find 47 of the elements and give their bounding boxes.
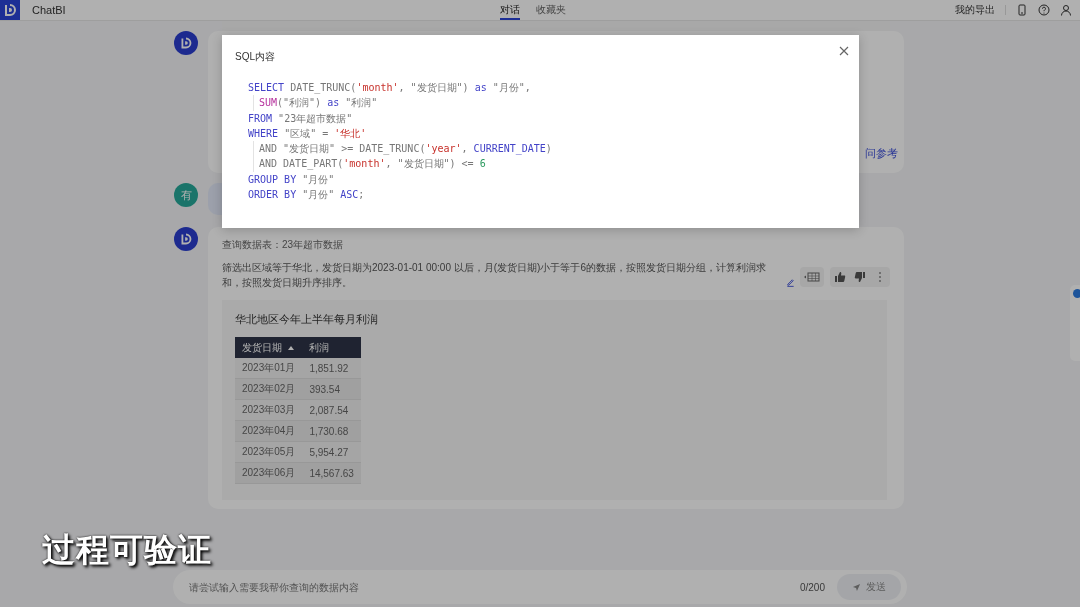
send-icon: [852, 582, 861, 592]
code-line: AND "发货日期" >= DATE_TRUNC('year', CURRENT_DATE): [253, 141, 552, 157]
thumbs-down-icon[interactable]: [854, 271, 866, 283]
bot-avatar-icon: [174, 31, 198, 55]
video-caption: 过程可验证: [42, 531, 212, 568]
column-header[interactable]: 发货日期: [235, 337, 303, 358]
help-icon[interactable]: [1038, 4, 1050, 16]
table-cell: 2023年05月: [235, 441, 303, 463]
code-line: GROUP BY "月份": [248, 172, 335, 187]
table-cell: 2,087.54: [302, 399, 361, 421]
thumbs-up-icon[interactable]: [834, 271, 846, 283]
column-header[interactable]: 利润: [302, 337, 361, 358]
question-input[interactable]: 请尝试输入需要我帮你查询的数据内容 0/200 发送: [173, 570, 907, 604]
table-cell: 2023年04月: [235, 420, 303, 442]
bot-avatar-icon: [174, 227, 198, 251]
table-cell: 393.54: [302, 378, 361, 400]
user-icon[interactable]: [1060, 4, 1072, 16]
export-link[interactable]: 我的导出: [955, 3, 995, 17]
table-cell: 1,730.68: [302, 420, 361, 442]
user-avatar: 有: [174, 183, 198, 207]
assistant-side-tab[interactable]: [1070, 285, 1080, 361]
code-line: AND DATE_PART('month', "发货日期") <= 6: [253, 156, 486, 172]
source-table-text: 查询数据表：23年超市数据: [222, 238, 345, 252]
edit-icon[interactable]: [786, 278, 795, 287]
table-icon: [804, 271, 820, 283]
code-line: SELECT DATE_TRUNC('month', "发货日期") as "月份",: [248, 81, 531, 96]
table-cell: 2023年03月: [235, 399, 303, 421]
code-line: WHERE "区域" = '华北': [248, 126, 367, 141]
tablet-icon[interactable]: [1016, 4, 1028, 16]
table-cell: 2023年02月: [235, 378, 303, 400]
close-icon[interactable]: [839, 46, 849, 56]
code-line: SUM("利润") as "利润": [253, 95, 378, 111]
chart-title: 华北地区今年上半年每月利润: [235, 312, 379, 327]
character-counter: 0/200: [799, 581, 825, 593]
table-cell: 2023年06月: [235, 462, 303, 484]
table-cell: 14,567.63: [302, 462, 361, 484]
code-line: FROM "23年超市数据": [248, 111, 353, 126]
modal-title: SQL内容: [235, 50, 275, 64]
table-cell: 5,954.27: [302, 441, 361, 463]
reference-link[interactable]: 问参考: [865, 147, 898, 161]
code-line: ORDER BY "月份" ASC;: [248, 188, 365, 203]
table-cell: 1,851.92: [302, 358, 361, 379]
query-description: 筛选出区域等于华北，发货日期为2023-01-01 00:00 以后，月(发货日期)小于等于6的数据，按照发货日期分组，计算利润求和，按照发货日期升序排序。: [222, 261, 767, 290]
nav-tab[interactable]: 收藏夹: [536, 0, 566, 20]
app-name: ChatBI: [32, 4, 66, 16]
table-cell: 2023年01月: [235, 358, 303, 379]
table-view-button[interactable]: [800, 267, 824, 287]
